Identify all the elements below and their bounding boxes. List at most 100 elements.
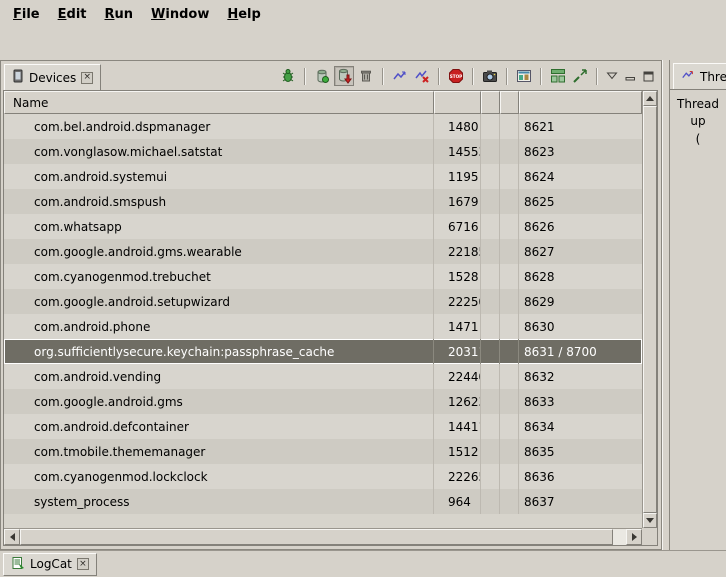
tab-threads[interactable]: Threads <box>673 63 726 89</box>
tab-devices[interactable]: Devices × <box>4 64 101 90</box>
table-row[interactable]: com.android.phone 1471 8630 <box>4 314 642 339</box>
cell-port: 8623 <box>519 139 642 164</box>
table-row[interactable]: com.cyanogenmod.lockclock 22265 8636 <box>4 464 642 489</box>
table-row[interactable]: org.sufficientlysecure.keychain:passphra… <box>4 339 642 364</box>
menubar: File Edit Run Window Help <box>0 0 726 27</box>
scroll-left-button[interactable] <box>4 529 20 545</box>
toolbar-separator <box>506 68 508 85</box>
cell-pid: 1528 <box>434 264 481 289</box>
menu-edit[interactable]: Edit <box>49 2 96 26</box>
cell-b <box>500 164 519 189</box>
arrow-down-icon <box>646 518 654 523</box>
column-header-name[interactable]: Name <box>4 91 434 114</box>
cell-port: 8629 <box>519 289 642 314</box>
cell-port: 8632 <box>519 364 642 389</box>
horizontal-scrollbar[interactable] <box>4 528 642 545</box>
cell-name: org.sufficientlysecure.keychain:passphra… <box>4 339 434 364</box>
column-header-pid[interactable] <box>434 91 481 114</box>
devices-panel: Devices × <box>0 60 662 550</box>
cell-pid: 12623 <box>434 389 481 414</box>
device-table-body: com.bel.android.dspmanager 1480 8621 com… <box>4 114 642 528</box>
table-row[interactable]: com.google.android.setupwizard 22250 862… <box>4 289 642 314</box>
cell-b <box>500 289 519 314</box>
pixel-perfect-icon[interactable] <box>570 66 590 86</box>
scroll-down-button[interactable] <box>643 513 657 528</box>
cell-pid: 6716 <box>434 214 481 239</box>
cell-name: com.android.defcontainer <box>4 414 434 439</box>
panel-splitter[interactable] <box>662 60 669 550</box>
toolbar-separator <box>540 68 542 85</box>
menu-run[interactable]: Run <box>96 2 143 26</box>
scroll-right-button[interactable] <box>626 529 642 545</box>
view-menu-icon[interactable] <box>604 66 620 86</box>
empty-toolbar <box>0 27 726 60</box>
column-header-a[interactable] <box>481 91 500 114</box>
dump-hprof-icon[interactable] <box>334 66 354 86</box>
tab-logcat[interactable]: LogCat × <box>3 553 97 576</box>
cell-name: com.cyanogenmod.lockclock <box>4 464 434 489</box>
cell-b <box>500 264 519 289</box>
vertical-scrollbar[interactable] <box>642 91 657 528</box>
cell-a <box>481 139 500 164</box>
horizontal-scroll-thumb[interactable] <box>20 529 613 545</box>
maximize-icon[interactable] <box>640 66 656 86</box>
arrow-left-icon <box>10 533 15 541</box>
table-row[interactable]: com.tmobile.thememanager 1512 8635 <box>4 439 642 464</box>
table-row[interactable]: com.vonglasow.michael.satstat 14553 8623 <box>4 139 642 164</box>
cell-port: 8625 <box>519 189 642 214</box>
update-threads-icon[interactable] <box>390 66 410 86</box>
close-icon[interactable]: × <box>77 558 89 570</box>
devices-panel-header: Devices × <box>1 61 661 90</box>
cell-b <box>500 139 519 164</box>
cell-pid: 1195 <box>434 164 481 189</box>
cell-pid: 1679 <box>434 189 481 214</box>
table-row[interactable]: com.bel.android.dspmanager 1480 8621 <box>4 114 642 139</box>
cell-pid: 22440 <box>434 364 481 389</box>
table-row[interactable]: com.android.defcontainer 14411 8634 <box>4 414 642 439</box>
stop-method-profiling-icon[interactable] <box>412 66 432 86</box>
cell-a <box>481 489 500 514</box>
cell-b <box>500 464 519 489</box>
threads-message-line2: ( <box>670 131 726 148</box>
close-icon[interactable]: × <box>81 72 93 84</box>
menu-help[interactable]: Help <box>218 2 269 26</box>
table-row[interactable]: com.android.systemui 1195 8624 <box>4 164 642 189</box>
column-header-port[interactable] <box>519 91 642 114</box>
cell-name: system_process <box>4 489 434 514</box>
menu-window[interactable]: Window <box>142 2 218 26</box>
cell-name: com.cyanogenmod.trebuchet <box>4 264 434 289</box>
vertical-scroll-thumb[interactable] <box>643 106 657 513</box>
arrow-up-icon <box>646 96 654 101</box>
menu-file[interactable]: File <box>4 2 49 26</box>
table-row[interactable]: system_process 964 8637 <box>4 489 642 514</box>
debug-process-icon[interactable] <box>278 66 298 86</box>
scrollbar-corner <box>642 528 657 545</box>
stop-process-icon[interactable]: STOP <box>446 66 466 86</box>
table-row[interactable]: com.android.smspush 1679 8625 <box>4 189 642 214</box>
toolbar-separator <box>304 68 306 85</box>
threads-panel-header: Threads <box>670 60 726 89</box>
hierarchy-view-icon[interactable] <box>548 66 568 86</box>
system-report-icon[interactable] <box>514 66 534 86</box>
scroll-up-button[interactable] <box>643 91 657 106</box>
cause-gc-icon[interactable] <box>356 66 376 86</box>
table-row[interactable]: com.cyanogenmod.trebuchet 1528 8628 <box>4 264 642 289</box>
screen-capture-icon[interactable] <box>480 66 500 86</box>
table-row[interactable]: com.google.android.gms.wearable 22185 86… <box>4 239 642 264</box>
cell-port: 8626 <box>519 214 642 239</box>
cell-port: 8624 <box>519 164 642 189</box>
cell-a <box>481 189 500 214</box>
update-heap-icon[interactable] <box>312 66 332 86</box>
table-row[interactable]: com.android.vending 22440 8632 <box>4 364 642 389</box>
svg-text:STOP: STOP <box>450 74 463 79</box>
cell-name: com.android.phone <box>4 314 434 339</box>
table-row[interactable]: com.whatsapp 6716 8626 <box>4 214 642 239</box>
minimize-icon[interactable] <box>622 66 638 86</box>
cell-b <box>500 314 519 339</box>
table-row[interactable]: com.google.android.gms 12623 8633 <box>4 389 642 414</box>
cell-a <box>481 389 500 414</box>
cell-pid: 964 <box>434 489 481 514</box>
column-header-b[interactable] <box>500 91 519 114</box>
threads-panel: Threads Thread up ( <box>669 60 726 550</box>
main-area: Devices × <box>0 60 726 550</box>
